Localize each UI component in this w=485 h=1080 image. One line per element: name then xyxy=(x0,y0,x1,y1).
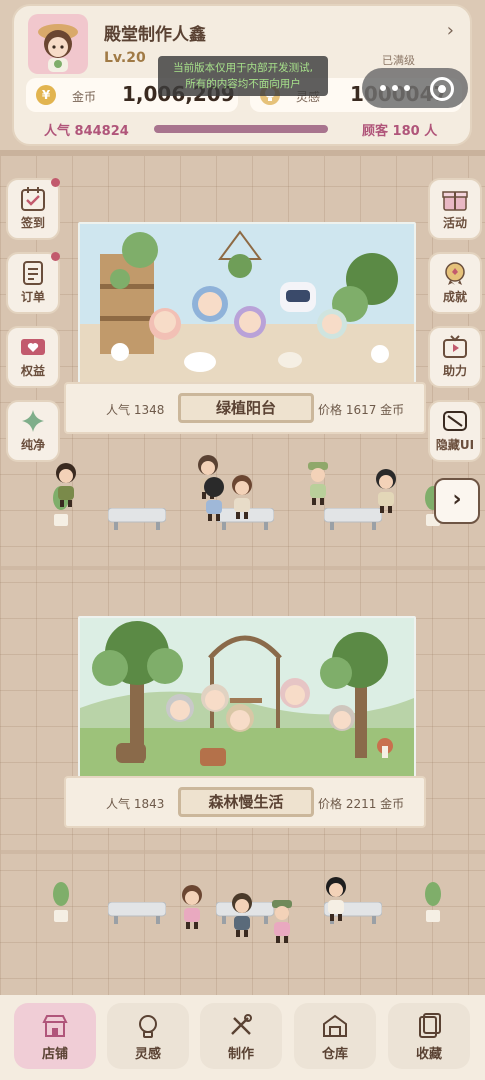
wall-band xyxy=(0,150,485,156)
gift-icon xyxy=(442,191,468,211)
customer-npc[interactable] xyxy=(268,898,296,944)
customer-npc[interactable] xyxy=(52,462,80,508)
order-list-icon xyxy=(23,261,43,285)
medal-icon xyxy=(445,262,465,285)
notice-line: 当前版本仅用于内部开发测试, xyxy=(173,62,313,74)
boost-button[interactable]: 助力 xyxy=(428,326,482,388)
lightbulb-icon xyxy=(139,1015,157,1038)
progress-fill xyxy=(154,125,328,133)
customer-npc[interactable] xyxy=(304,460,332,506)
tab-inspiration[interactable]: 灵感 xyxy=(107,1003,189,1069)
pure-mode-label: 纯净 xyxy=(20,438,45,452)
tab-shop[interactable]: 店铺 xyxy=(14,1003,96,1069)
case-1-popularity: 人气 1348 xyxy=(106,403,165,417)
hide-ui-icon xyxy=(443,411,467,431)
bench xyxy=(108,902,166,924)
heart-ticket-icon xyxy=(21,339,45,355)
tab-warehouse[interactable]: 仓库 xyxy=(294,1003,376,1069)
case-1-title[interactable]: 绿植阳台 xyxy=(178,393,314,423)
hide-ui-button[interactable]: 隐藏UI xyxy=(428,400,482,462)
display-case-1[interactable]: 人气 1348 绿植阳台 价格 1617 金币 xyxy=(64,222,426,436)
avatar[interactable] xyxy=(28,14,88,74)
coin-icon: ¥ xyxy=(36,85,56,105)
more-dots-icon[interactable] xyxy=(380,85,386,91)
bench xyxy=(108,508,166,530)
level-label: Lv.20 xyxy=(104,50,146,66)
case-1-info: 人气 1348 绿植阳台 价格 1617 金币 xyxy=(64,382,426,434)
case-2-title[interactable]: 森林慢生活 xyxy=(178,787,314,817)
gold-label: 金币 xyxy=(72,90,97,104)
warehouse-icon xyxy=(323,1014,347,1037)
sparkle-icon xyxy=(22,410,44,432)
popularity-total: 人气 844824 xyxy=(44,124,129,139)
tab-collection-label: 收藏 xyxy=(415,1047,442,1062)
case-2-popularity: 人气 1843 xyxy=(106,797,165,811)
events-label: 活动 xyxy=(442,216,467,230)
pure-mode-button[interactable]: 纯净 xyxy=(6,400,60,462)
chevron-right-icon[interactable]: › xyxy=(447,20,454,41)
benefits-button[interactable]: 权益 xyxy=(6,326,60,388)
customer-npc[interactable] xyxy=(200,476,228,522)
bottom-tab-bar: 店铺 灵感 制作 仓库 收藏 xyxy=(0,995,485,1080)
tab-inspiration-label: 灵感 xyxy=(134,1047,161,1062)
achievements-label: 成就 xyxy=(442,290,467,304)
dev-notice-toast: 当前版本仅用于内部开发测试, 所有的内容均不面向用户 xyxy=(158,56,328,96)
orders-label: 订单 xyxy=(20,290,45,304)
tab-shop-label: 店铺 xyxy=(41,1047,68,1062)
tv-play-icon xyxy=(443,335,467,358)
shop-icon xyxy=(42,1015,68,1037)
customer-npc[interactable] xyxy=(322,876,350,922)
notification-dot xyxy=(51,252,60,261)
floor-divider xyxy=(0,566,485,570)
potted-plant xyxy=(425,882,441,922)
case-2-scene[interactable] xyxy=(78,616,416,782)
tab-craft-label: 制作 xyxy=(227,1047,254,1062)
case-1-scene[interactable] xyxy=(78,222,416,388)
calendar-check-icon xyxy=(21,187,45,211)
tab-collection[interactable]: 收藏 xyxy=(388,1003,470,1069)
customer-npc[interactable] xyxy=(228,474,256,520)
potted-plant xyxy=(53,882,69,922)
collection-icon xyxy=(419,1013,441,1038)
case-2-price: 价格 2211 金币 xyxy=(318,797,405,811)
customer-npc[interactable] xyxy=(228,892,256,938)
notification-dot xyxy=(51,178,60,187)
customer-npc[interactable] xyxy=(178,884,206,930)
events-button[interactable]: 活动 xyxy=(428,178,482,240)
tab-warehouse-label: 仓库 xyxy=(321,1047,348,1062)
hide-ui-label: 隐藏UI xyxy=(435,438,475,452)
checkin-button[interactable]: 签到 xyxy=(6,178,60,240)
tab-craft[interactable]: 制作 xyxy=(200,1003,282,1069)
achievements-button[interactable]: 成就 xyxy=(428,252,482,314)
checkin-label: 签到 xyxy=(20,216,45,230)
mini-program-capsule[interactable] xyxy=(362,68,468,108)
notice-line: 所有的内容均不面向用户 xyxy=(185,78,301,90)
next-arrow-button[interactable]: › xyxy=(434,478,480,524)
customer-count: 顾客 180 人 xyxy=(362,124,438,139)
orders-button[interactable]: 订单 xyxy=(6,252,60,314)
case-2-info: 人气 1843 森林慢生活 价格 2211 金币 xyxy=(64,776,426,828)
shop-name: 殿堂制作人鑫 xyxy=(104,25,206,45)
customer-npc[interactable] xyxy=(372,468,400,514)
case-1-price: 价格 1617 金币 xyxy=(318,403,405,417)
level-status: 已满级 xyxy=(382,54,415,67)
benefits-label: 权益 xyxy=(20,364,45,378)
progress-bar xyxy=(154,125,328,133)
tools-icon xyxy=(231,1014,252,1035)
boost-label: 助力 xyxy=(442,364,467,378)
display-case-2[interactable]: 人气 1843 森林慢生活 价格 2211 金币 xyxy=(64,616,426,830)
close-circle-icon[interactable] xyxy=(430,77,454,101)
floor-divider xyxy=(0,850,485,854)
